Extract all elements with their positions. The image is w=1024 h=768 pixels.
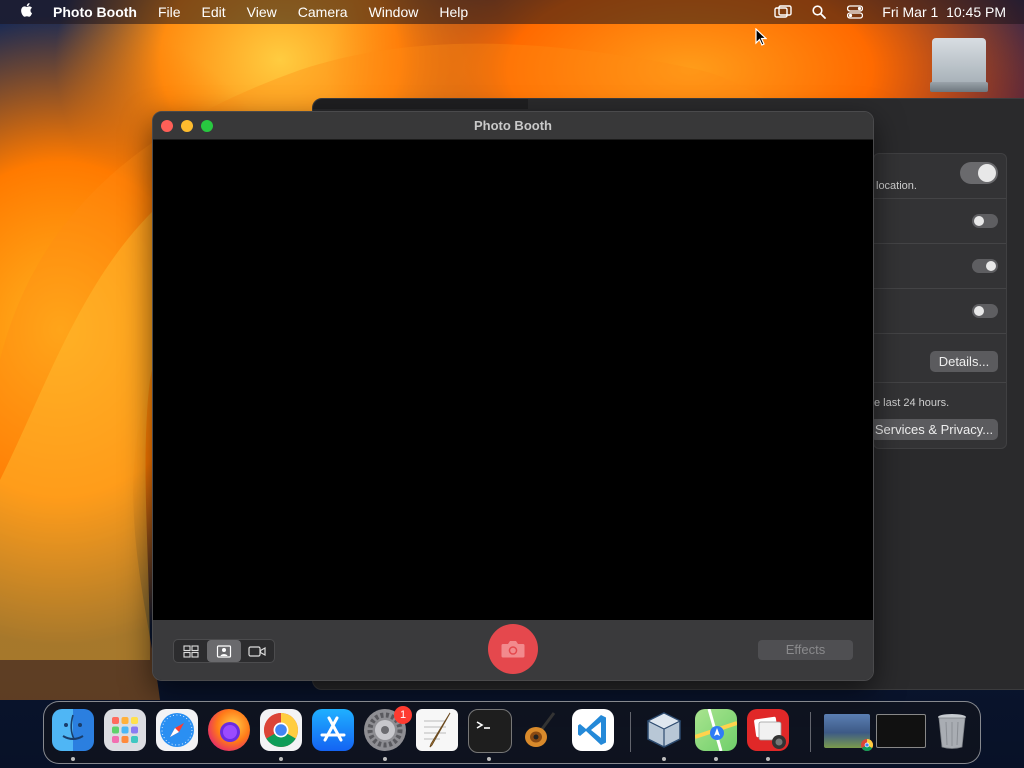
settings-row-location: location. [874,154,1006,199]
capture-mode-selector [173,639,275,663]
minimized-window-thumbnail[interactable] [824,714,874,752]
four-up-mode-button[interactable] [174,640,207,662]
photo-booth-titlebar[interactable]: Photo Booth [153,112,873,140]
screen-mirroring-icon[interactable] [774,5,792,19]
toggle-knob [974,306,984,316]
single-photo-mode-button[interactable] [207,640,241,662]
dock-separator [630,712,631,752]
guitar-icon[interactable] [520,709,562,751]
photobooth-icon[interactable] [747,709,789,751]
settings-divider [874,382,1006,383]
settings-running-dot [383,757,387,761]
textedit-icon[interactable] [416,709,458,751]
effects-button[interactable]: Effects [758,640,853,660]
toggle-knob [986,261,996,271]
gear-icon[interactable]: 1 [364,706,412,751]
location-note: location. [876,180,917,192]
maps-icon[interactable] [694,708,738,752]
last-24-hours-note: e last 24 hours. [874,397,950,409]
terminal-icon[interactable] [468,709,512,753]
vscode-icon[interactable] [572,709,614,751]
launchpad-icon[interactable] [104,709,146,751]
grid-icon [183,644,199,658]
menu-edit[interactable]: Edit [202,4,226,20]
terminal-running-dot [487,757,491,761]
disk-base [930,82,988,92]
portrait-icon [216,644,232,658]
settings-privacy-panel: location. Details... e last 24 hours. Se… [870,153,1007,449]
settings-row-4 [874,289,1006,334]
settings-row-3 [874,244,1006,289]
maps-running-dot [714,757,718,761]
video-mode-button[interactable] [241,640,274,662]
apple-menu-icon[interactable] [18,2,36,23]
menu-clock[interactable]: Fri Mar 1 10:45 PM [882,4,1006,20]
finder-icon[interactable] [52,709,94,751]
toggle-knob [974,216,984,226]
minimized-window-thumbnail-2[interactable] [876,714,926,748]
toggle-knob [978,164,996,182]
take-photo-button[interactable] [488,624,538,674]
firefox-icon[interactable] [208,709,250,751]
camera-preview [153,140,873,620]
settings-toggle-3[interactable] [972,259,998,273]
chrome-running-dot [279,757,283,761]
menu-camera[interactable]: Camera [298,4,348,20]
external-disk-icon[interactable] [930,38,988,94]
menu-file[interactable]: File [158,4,181,20]
menu-bar: Photo Booth File Edit View Camera Window… [0,0,1024,24]
trash-icon[interactable] [931,709,973,751]
menu-view[interactable]: View [247,4,277,20]
disk-body [932,38,986,84]
window-title: Photo Booth [474,118,552,133]
photo-booth-toolbar: Effects [153,620,873,680]
location-services-toggle[interactable] [960,162,998,184]
app-store-icon[interactable] [312,709,354,751]
mouse-pointer-icon [755,27,768,51]
settings-toggle-2[interactable] [972,214,998,228]
settings-notification-badge: 1 [394,706,412,724]
virtualbox-running-dot [662,757,666,761]
control-center-icon[interactable] [846,5,864,19]
finder-running-dot [71,757,75,761]
dock-separator [810,712,811,752]
photobooth-running-dot [766,757,770,761]
camera-icon [501,641,525,658]
settings-titlebar [313,99,528,109]
search-icon[interactable] [810,5,828,19]
dock: 1 [43,701,981,764]
safari-icon[interactable] [156,709,198,751]
menu-help[interactable]: Help [439,4,468,20]
chrome-icon[interactable] [260,709,302,751]
details-button[interactable]: Details... [930,351,998,372]
video-camera-icon [248,645,266,657]
settings-toggle-4[interactable] [972,304,998,318]
virtualbox-icon[interactable] [643,709,685,751]
photo-booth-window: Photo Booth Effects [152,111,874,681]
settings-row-2 [874,199,1006,244]
menu-window[interactable]: Window [369,4,419,20]
app-name-menu[interactable]: Photo Booth [53,4,137,20]
system-services-privacy-button[interactable]: Services & Privacy... [870,419,998,440]
